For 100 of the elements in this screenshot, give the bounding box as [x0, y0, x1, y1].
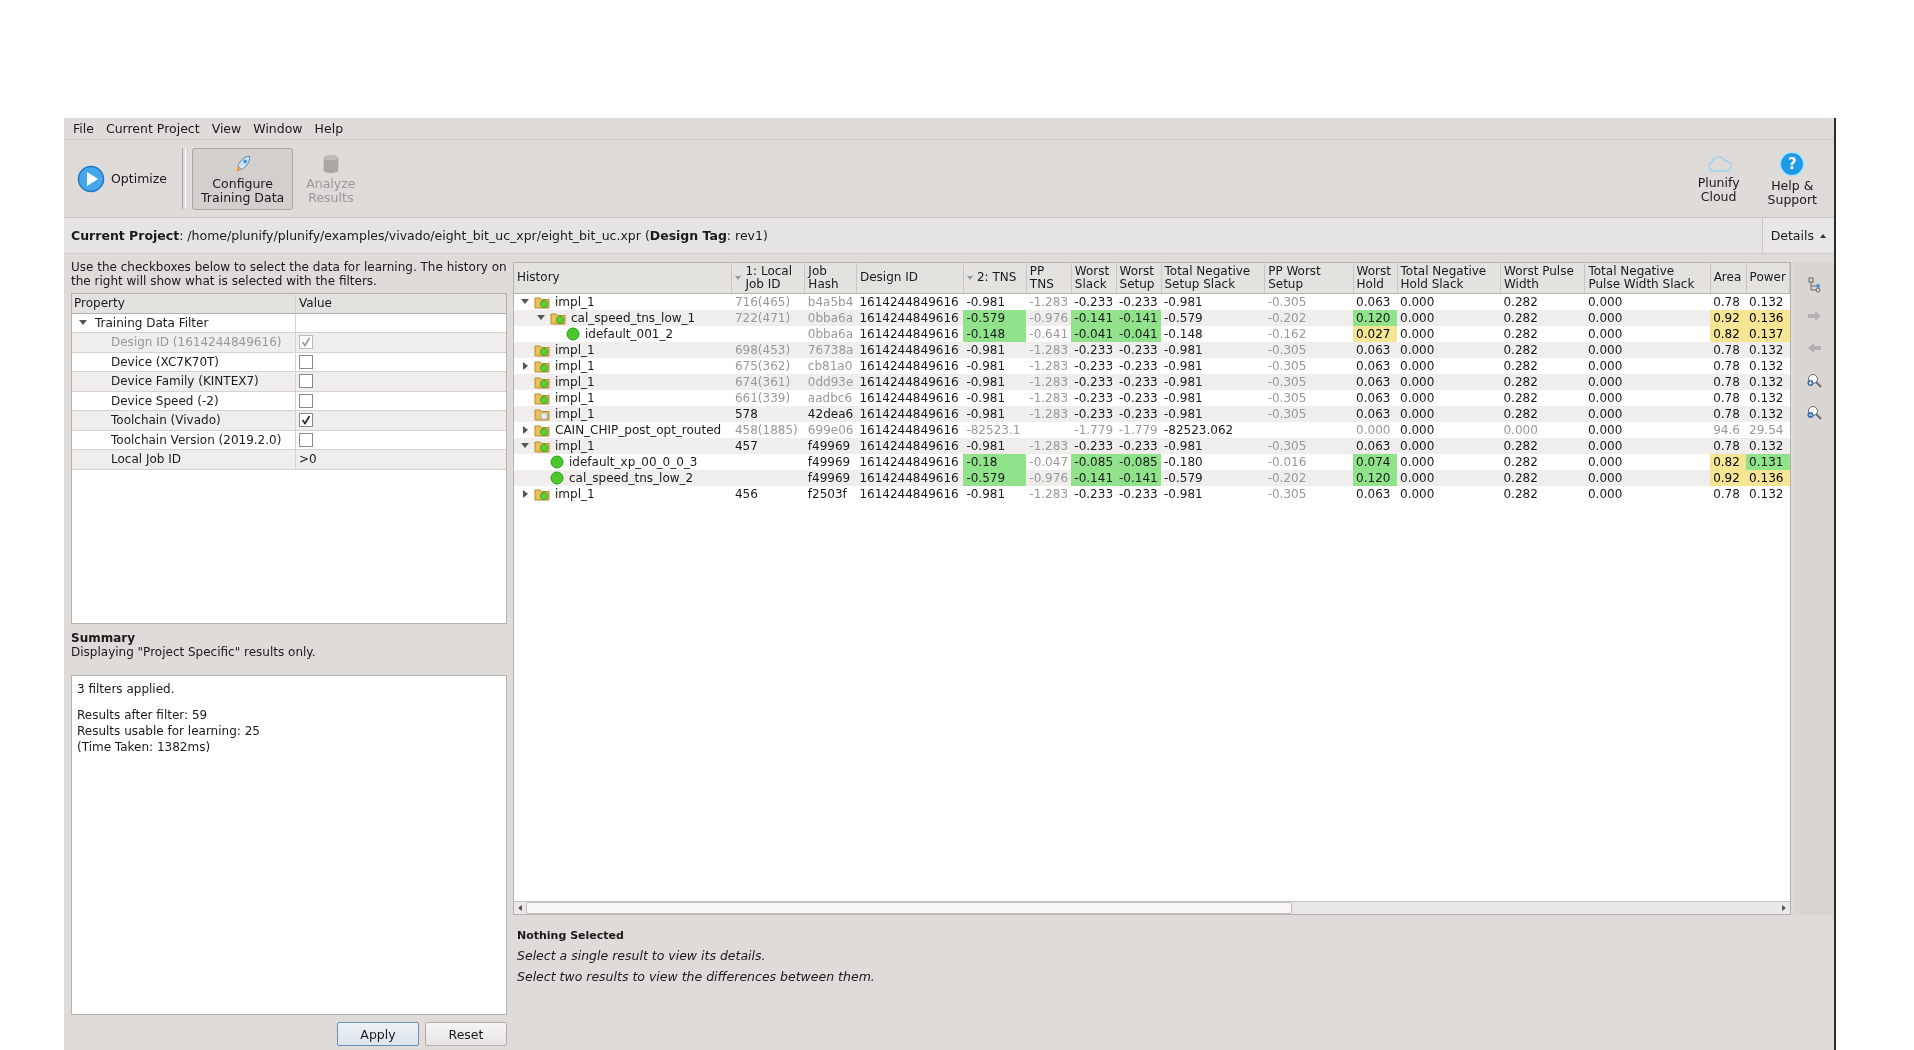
zoom-in-icon[interactable] [1805, 372, 1823, 389]
table-cell: 0.282 [1500, 485, 1585, 502]
column-header[interactable]: 1: Local Job ID [731, 263, 805, 293]
table-cell: 578 [731, 405, 805, 422]
tree-item-label[interactable]: impl_1 [553, 389, 597, 406]
table-cell: 0.000 [1584, 469, 1711, 486]
column-header[interactable]: Total Negative Hold Slack [1397, 263, 1501, 293]
expand-arrow-icon[interactable] [79, 320, 87, 326]
table-cell: 0.000 [1397, 485, 1501, 502]
column-header[interactable]: Power [1746, 263, 1790, 293]
table-cell: -0.202 [1264, 469, 1354, 486]
table-cell: 0.92 [1710, 309, 1747, 326]
checkbox[interactable] [299, 393, 313, 408]
column-header[interactable]: Total Negative Pulse Width Slack [1584, 263, 1711, 293]
table-cell: -0.233 [1071, 485, 1116, 502]
table-cell: f49969 [804, 453, 857, 470]
column-header[interactable]: Worst Slack [1071, 263, 1116, 293]
table-cell: 0.000 [1397, 309, 1501, 326]
table-cell: -0.233 [1116, 437, 1161, 454]
column-header[interactable]: PP Worst Setup [1264, 263, 1354, 293]
tree-item-label[interactable]: impl_1 [553, 485, 597, 502]
table-cell: -1.283 [1026, 485, 1072, 502]
tree-item-label[interactable]: idefault_001_2 [583, 325, 676, 342]
table-cell: 0.282 [1500, 341, 1585, 358]
expand-arrow-icon[interactable] [521, 443, 529, 448]
toolbar-button[interactable]: Configure Training Data [192, 147, 294, 210]
table-cell: -0.305 [1264, 389, 1354, 406]
table-cell: -0.981 [1161, 405, 1265, 422]
table-cell: -1.283 [1026, 373, 1072, 390]
menu-item[interactable]: File [68, 120, 99, 137]
column-header[interactable]: History [514, 263, 732, 293]
column-header[interactable]: 2: TNS [963, 263, 1027, 293]
tree-item-label[interactable]: CAIN_CHIP_post_opt_routed [553, 421, 724, 438]
checkbox[interactable] [299, 374, 313, 389]
column-header[interactable]: Job Hash [804, 263, 857, 293]
table-cell: -0.233 [1071, 405, 1116, 422]
table-cell: 0.282 [1500, 405, 1585, 422]
table-cell: 0.78 [1710, 389, 1747, 406]
expand-arrow-icon[interactable] [522, 425, 528, 434]
column-header: Property [74, 296, 125, 311]
tree-item-label[interactable]: impl_1 [553, 293, 597, 310]
expand-arrow-icon[interactable] [522, 361, 528, 370]
column-header[interactable]: Total Negative Setup Slack [1161, 263, 1265, 293]
table-cell: b4a5b4 [804, 293, 857, 310]
toolbar-button[interactable]: ? Help & Support [1758, 147, 1826, 210]
menu-item[interactable]: Current Project [100, 120, 205, 137]
table-cell: 0.063 [1353, 357, 1398, 374]
table-cell: 0.000 [1500, 421, 1585, 438]
menu-item[interactable]: View [206, 120, 247, 137]
result-ball-icon [566, 326, 580, 341]
toolbar-button[interactable]: Optimize [68, 147, 177, 210]
table-cell: 0.063 [1353, 437, 1398, 454]
table-cell: -0.233 [1071, 293, 1116, 310]
table-cell: -0.233 [1116, 293, 1161, 310]
tree-item-label[interactable]: idefault_xp_00_0_0_3 [567, 453, 700, 470]
column-header[interactable]: Worst Setup [1116, 263, 1161, 293]
expand-arrow-icon[interactable] [521, 299, 529, 304]
horizontal-scrollbar[interactable] [514, 901, 1790, 914]
table-cell: 0.282 [1500, 469, 1585, 486]
summary-line: Results usable for learning: 25 [77, 723, 261, 739]
table-cell: 42dea6 [804, 405, 857, 422]
property-label: Device (XC7K70T) [110, 354, 220, 369]
zoom-out-icon[interactable] [1805, 404, 1823, 421]
dialog-button[interactable]: Apply [337, 1022, 419, 1046]
tree-item-label[interactable]: impl_1 [553, 357, 597, 374]
play-icon [77, 164, 105, 193]
column-header[interactable]: Area [1710, 263, 1747, 293]
group-label: Training Data Filter [95, 315, 209, 330]
column-header[interactable]: Design ID [856, 263, 964, 293]
details-heading: Nothing Selected [517, 929, 625, 942]
tree-icon[interactable] [1805, 276, 1823, 293]
table-cell: -0.981 [1161, 373, 1265, 390]
table-cell: -0.141 [1116, 309, 1161, 326]
table-cell: 0dd93e [804, 373, 857, 390]
table-cell: 0.000 [1584, 341, 1711, 358]
table-cell: 0.000 [1584, 453, 1711, 470]
table-cell: -1.283 [1026, 389, 1072, 406]
table-cell: -0.148 [1161, 325, 1265, 342]
dialog-button[interactable]: Reset [425, 1022, 507, 1046]
table-cell: -0.981 [1161, 293, 1265, 310]
table-cell: 0.063 [1353, 293, 1398, 310]
expand-arrow-icon[interactable] [522, 489, 528, 498]
checkbox[interactable] [299, 354, 313, 369]
property-value[interactable]: >0 [299, 452, 317, 467]
checkbox[interactable] [299, 432, 313, 447]
column-header[interactable]: Worst Pulse Width [1500, 263, 1585, 293]
table-cell: 0.000 [1584, 405, 1711, 422]
column-header[interactable]: Worst Hold [1353, 263, 1398, 293]
table-cell: f2503f [804, 485, 857, 502]
menu-item[interactable]: Help [309, 120, 349, 137]
menu-item[interactable]: Window [248, 120, 308, 137]
table-cell: -0.981 [963, 293, 1027, 310]
column-header[interactable]: PP TNS [1026, 263, 1072, 293]
toolbar-button[interactable]: Plunify Cloud [1688, 147, 1749, 210]
expand-arrow-icon[interactable] [537, 315, 545, 320]
table-cell: -0.305 [1264, 373, 1354, 390]
checkbox[interactable] [299, 413, 313, 428]
sort-arrow-icon [735, 275, 742, 280]
table-cell: 0.282 [1500, 453, 1585, 470]
table-cell: 0.000 [1584, 309, 1711, 326]
